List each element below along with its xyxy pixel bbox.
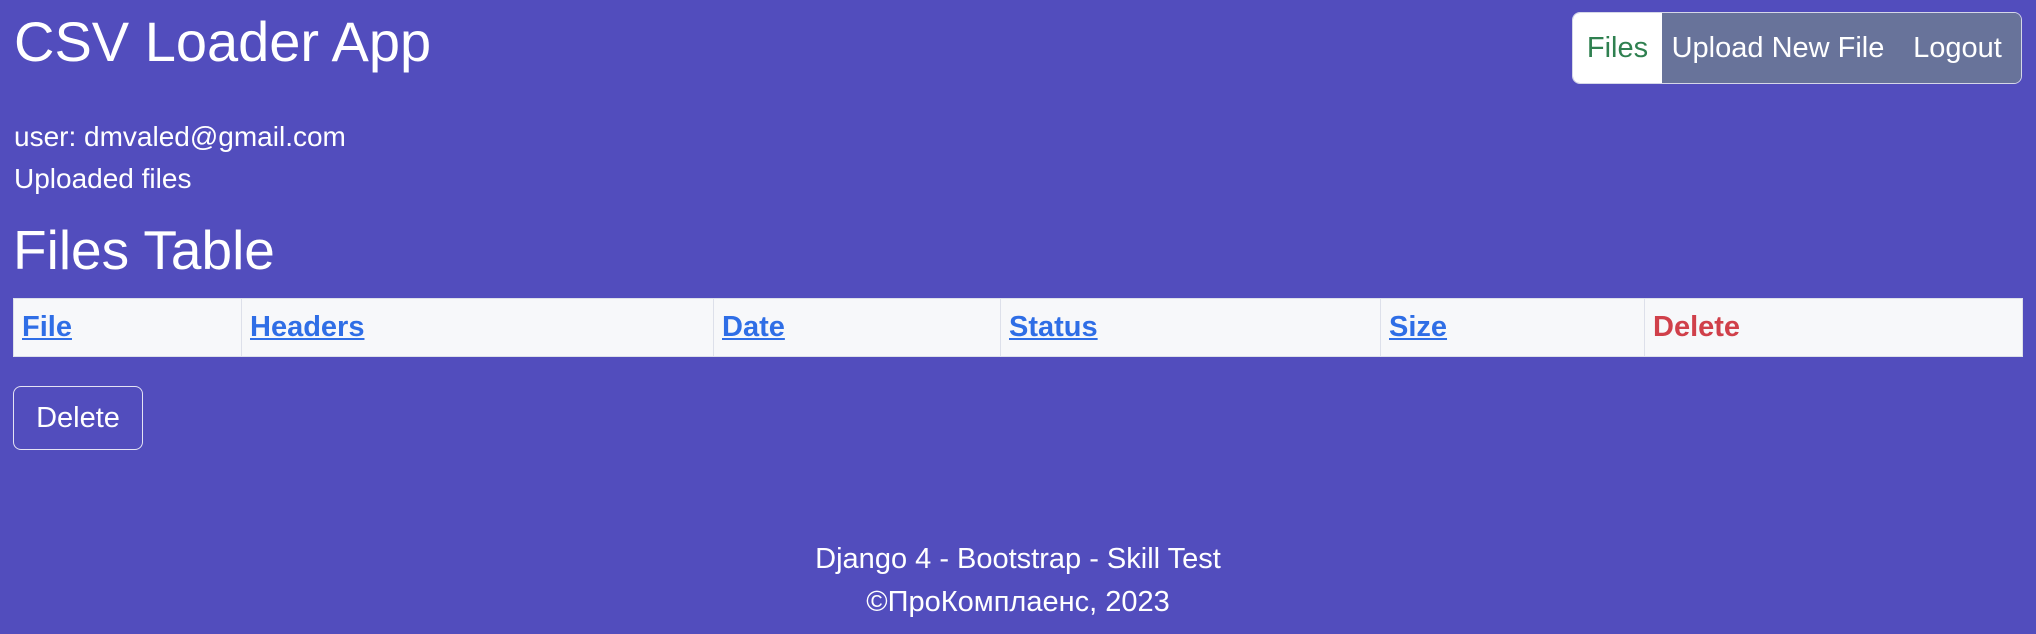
sort-size-link[interactable]: Size (1389, 311, 1447, 343)
footer-copyright: ©ПроКомплаенс, 2023 (866, 586, 1170, 618)
top-nav: Files Upload New File Logout (1572, 12, 2022, 84)
column-header-status: Status (1000, 298, 1381, 357)
table-title: Files Table (13, 219, 275, 281)
sort-status-link[interactable]: Status (1009, 311, 1098, 343)
nav-files-link[interactable]: Files (1573, 13, 1662, 83)
delete-button[interactable]: Delete (13, 386, 143, 450)
column-header-file: File (13, 298, 242, 357)
sort-headers-link[interactable]: Headers (250, 311, 364, 343)
column-header-date: Date (713, 298, 1001, 357)
column-header-headers: Headers (241, 298, 714, 357)
sort-date-link[interactable]: Date (722, 311, 785, 343)
table-header-row: File Headers Date Status Size Delete (13, 298, 2023, 357)
app-title: CSV Loader App (14, 10, 432, 73)
footer-tagline: Django 4 - Bootstrap - Skill Test (815, 543, 1221, 575)
sort-file-link[interactable]: File (22, 311, 72, 343)
files-table: File Headers Date Status Size Delete (13, 298, 2023, 357)
nav-upload-link[interactable]: Upload New File (1662, 13, 1894, 83)
user-email: user: dmvaled@gmail.com (14, 121, 346, 152)
column-header-size: Size (1380, 298, 1645, 357)
footer: Django 4 - Bootstrap - Skill Test ©ПроКо… (0, 538, 2036, 624)
nav-logout-link[interactable]: Logout (1894, 13, 2021, 83)
section-subtitle: Uploaded files (14, 163, 192, 194)
column-header-delete: Delete (1644, 298, 2023, 357)
